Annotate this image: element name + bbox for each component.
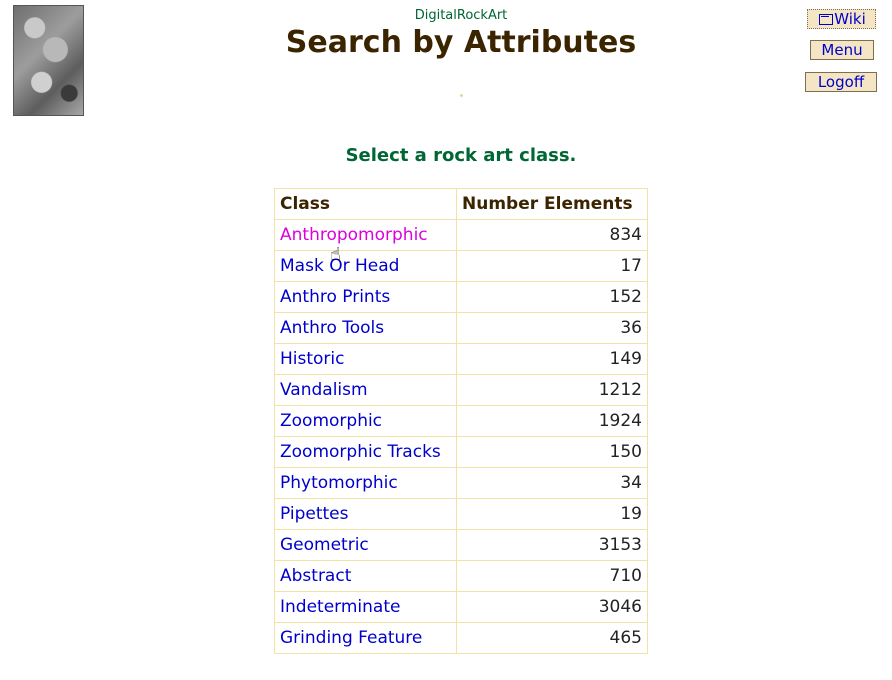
number-elements-column-header: Number Elements — [457, 189, 647, 219]
table-row: Zoomorphic Tracks 150 — [275, 437, 647, 467]
element-count: 152 — [457, 282, 647, 312]
table-row: Phytomorphic 34 — [275, 468, 647, 498]
table-row: Zoomorphic 1924 — [275, 406, 647, 436]
element-count: 19 — [457, 499, 647, 529]
table-row: Pipettes 19 — [275, 499, 647, 529]
element-count: 150 — [457, 437, 647, 467]
element-count: 1924 — [457, 406, 647, 436]
class-link[interactable]: Historic — [275, 344, 456, 374]
table-row: Grinding Feature 465 — [275, 623, 647, 653]
class-link[interactable]: Pipettes — [275, 499, 456, 529]
class-link[interactable]: Abstract — [275, 561, 456, 591]
class-link[interactable]: Grinding Feature — [275, 623, 456, 653]
class-link[interactable]: Anthro Prints — [275, 282, 456, 312]
class-link[interactable]: Zoomorphic — [275, 406, 456, 436]
table-row: Vandalism 1212 — [275, 375, 647, 405]
class-link[interactable]: Zoomorphic Tracks — [275, 437, 456, 467]
element-count: 3153 — [457, 530, 647, 560]
class-link[interactable]: Indeterminate — [275, 592, 456, 622]
class-link[interactable]: Vandalism — [275, 375, 456, 405]
logoff-button[interactable]: Logoff — [805, 72, 877, 92]
menu-button[interactable]: Menu — [810, 40, 874, 60]
class-column-header: Class — [275, 189, 456, 219]
rock-art-class-table: Class Number Elements Anthropomorphic 834… — [274, 188, 648, 654]
table-header-row: Class Number Elements — [275, 189, 647, 219]
table-row: Historic 149 — [275, 344, 647, 374]
wiki-button[interactable]: Wiki — [807, 9, 876, 29]
wiki-icon — [819, 14, 834, 25]
element-count: 17 — [457, 251, 647, 281]
element-count: 465 — [457, 623, 647, 653]
element-count: 834 — [457, 220, 647, 250]
element-count: 1212 — [457, 375, 647, 405]
element-count: 149 — [457, 344, 647, 374]
class-link[interactable]: Anthro Tools — [275, 313, 456, 343]
element-count: 3046 — [457, 592, 647, 622]
wiki-button-label: Wiki — [834, 10, 866, 28]
table-row: Mask Or Head 17 — [275, 251, 647, 281]
element-count: 710 — [457, 561, 647, 591]
class-link[interactable]: Anthropomorphic — [275, 220, 456, 250]
app-name: DigitalRockArt — [414, 8, 508, 23]
select-class-prompt: Select a rock art class. — [345, 145, 577, 166]
class-link[interactable]: Geometric — [275, 530, 456, 560]
table-row: Indeterminate 3046 — [275, 592, 647, 622]
element-count: 36 — [457, 313, 647, 343]
page-title: Search by Attributes — [285, 25, 637, 60]
table-row: Abstract 710 — [275, 561, 647, 591]
table-row: Geometric 3153 — [275, 530, 647, 560]
element-count: 34 — [457, 468, 647, 498]
class-link[interactable]: Phytomorphic — [275, 468, 456, 498]
table-row: Anthro Prints 152 — [275, 282, 647, 312]
table-row: Anthro Tools 36 — [275, 313, 647, 343]
class-link[interactable]: Mask Or Head — [275, 251, 456, 281]
table-row: Anthropomorphic 834 — [275, 220, 647, 250]
decorative-dot — [460, 94, 463, 97]
